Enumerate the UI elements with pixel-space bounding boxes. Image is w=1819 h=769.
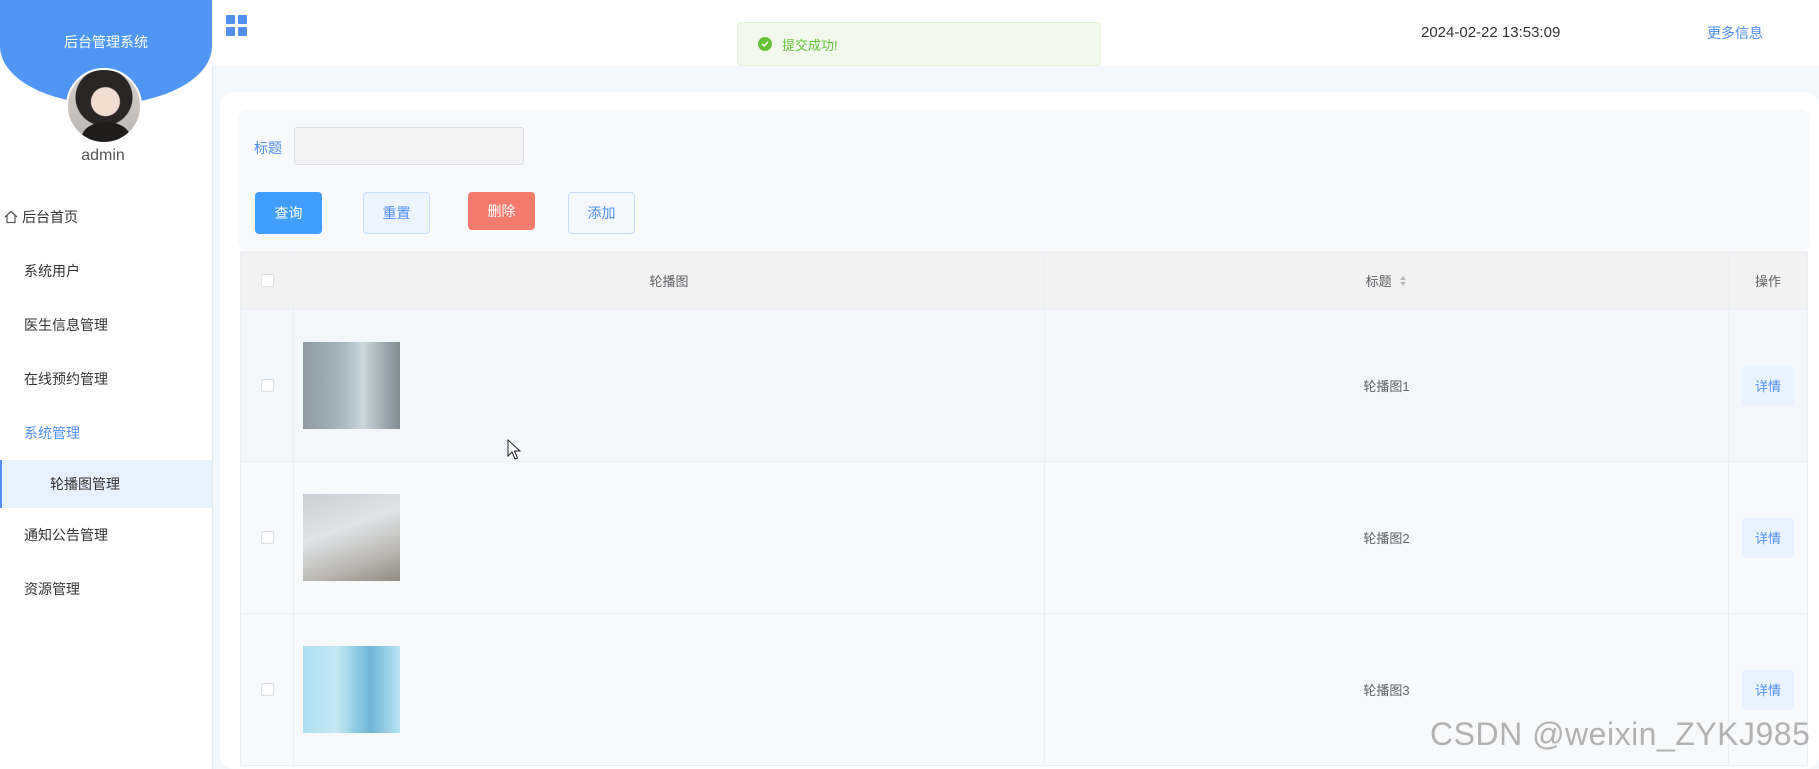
table-header-row: 轮播图 标题 操作 <box>240 251 1808 310</box>
sidebar-item-label: 医生信息管理 <box>24 317 108 333</box>
title-filter-input[interactable] <box>294 127 524 165</box>
grid-menu-icon[interactable] <box>226 15 247 36</box>
sidebar-item-label: 通知公告管理 <box>24 527 108 543</box>
table-row: 轮播图2 详情 <box>240 461 1808 614</box>
username: admin <box>81 147 125 164</box>
sidebar-item-label: 系统管理 <box>24 425 80 441</box>
mouse-cursor-icon <box>507 439 521 460</box>
sidebar-item-label: 后台首页 <box>22 209 78 225</box>
title-cell: 轮播图1 <box>1044 309 1729 462</box>
sidebar-item-label: 在线预约管理 <box>24 371 108 387</box>
sidebar-subitem-carousel[interactable]: 轮播图管理 <box>0 460 212 508</box>
sidebar-item-notice[interactable]: 通知公告管理 <box>0 508 212 562</box>
sidebar-item-resources[interactable]: 资源管理 <box>0 562 212 616</box>
actions-cell: 详情 <box>1728 461 1808 614</box>
carousel-table: 轮播图 标题 操作 轮播图1 详情 轮播图2 详情 轮播图3 详情 <box>240 251 1808 766</box>
header-datetime: 2024-02-22 13:53:09 <box>1421 24 1561 41</box>
sidebar-item-label: 系统用户 <box>24 263 80 279</box>
detail-button[interactable]: 详情 <box>1742 365 1794 406</box>
add-button[interactable]: 添加 <box>568 192 635 234</box>
success-toast: 提交成功! <box>737 22 1101 66</box>
home-icon <box>3 190 19 244</box>
row-select-cell <box>240 309 294 462</box>
sidebar-item-system-management[interactable]: 系统管理 <box>0 406 212 460</box>
carousel-thumbnail[interactable] <box>303 494 400 581</box>
check-circle-icon <box>758 37 772 51</box>
title-cell: 轮播图2 <box>1044 461 1729 614</box>
column-header-title-label: 标题 <box>1365 273 1392 289</box>
row-checkbox[interactable] <box>260 683 274 696</box>
column-header-actions: 操作 <box>1728 251 1808 310</box>
sidebar-item-system-users[interactable]: 系统用户 <box>0 244 212 298</box>
reset-button[interactable]: 重置 <box>363 192 430 234</box>
select-all-checkbox[interactable] <box>260 274 274 287</box>
sidebar-item-doctor-info[interactable]: 医生信息管理 <box>0 298 212 352</box>
sidebar-item-label: 轮播图管理 <box>50 476 120 492</box>
detail-button[interactable]: 详情 <box>1742 517 1794 558</box>
sidebar-item-online-booking[interactable]: 在线预约管理 <box>0 352 212 406</box>
carousel-thumbnail[interactable] <box>303 646 400 733</box>
delete-button[interactable]: 删除 <box>468 192 535 230</box>
sidebar-item-label: 资源管理 <box>24 581 80 597</box>
row-checkbox[interactable] <box>260 379 274 392</box>
row-select-cell <box>240 461 294 614</box>
sidebar-item-home[interactable]: 后台首页 <box>0 190 212 244</box>
sidebar: 后台管理系统 admin 后台首页 系统用户 医生信息管理 在线预约管理 系统管… <box>0 0 213 769</box>
more-info-link[interactable]: 更多信息 <box>1707 23 1763 43</box>
system-title: 后台管理系统 <box>64 34 148 50</box>
watermark: CSDN @weixin_ZYKJ985 <box>1430 716 1811 752</box>
sidebar-menu: 后台首页 系统用户 医生信息管理 在线预约管理 系统管理 轮播图管理 通知公告管… <box>0 190 212 616</box>
row-select-cell <box>240 613 294 766</box>
carousel-thumbnail[interactable] <box>303 342 400 429</box>
image-cell <box>293 309 1045 462</box>
title-filter-label: 标题 <box>254 140 282 156</box>
row-checkbox[interactable] <box>260 531 274 544</box>
detail-button[interactable]: 详情 <box>1742 669 1794 710</box>
actions-cell: 详情 <box>1728 309 1808 462</box>
sort-icon[interactable] <box>1399 275 1407 290</box>
image-cell <box>293 461 1045 614</box>
query-button[interactable]: 查询 <box>255 192 322 234</box>
select-all-cell <box>240 251 294 310</box>
column-header-title[interactable]: 标题 <box>1044 251 1729 310</box>
avatar <box>66 68 142 144</box>
avatar-figure <box>82 122 130 142</box>
table-row: 轮播图1 详情 <box>240 309 1808 462</box>
toast-message: 提交成功! <box>782 37 838 53</box>
image-cell <box>293 613 1045 766</box>
column-header-image: 轮播图 <box>293 251 1045 310</box>
